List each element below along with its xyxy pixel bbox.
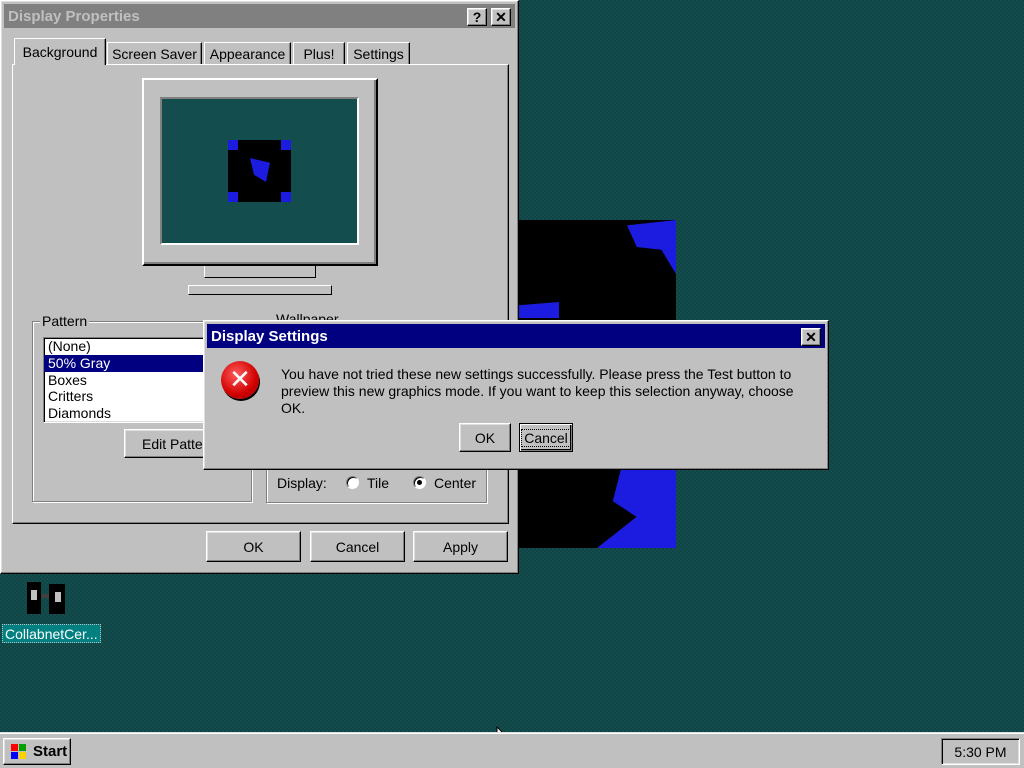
- wallpaper-blob-top: [627, 220, 676, 274]
- list-item[interactable]: Boxes: [44, 372, 204, 389]
- pattern-listbox[interactable]: (None) 50% Gray Boxes Critters Diamonds: [43, 337, 205, 423]
- tab-plus[interactable]: Plus!: [293, 42, 345, 64]
- wallpaper-blob-left: [519, 302, 559, 318]
- list-item[interactable]: (None): [44, 338, 204, 355]
- dialog-cancel-label: Cancel: [521, 428, 571, 447]
- monitor-stand: [204, 266, 316, 278]
- ok-button[interactable]: OK: [206, 531, 301, 562]
- start-button[interactable]: Start: [3, 738, 71, 765]
- desktop-icon-label[interactable]: CollabnetCer...: [2, 624, 101, 643]
- dialog-cancel-button[interactable]: Cancel: [519, 423, 573, 452]
- close-button[interactable]: ✕: [491, 8, 511, 26]
- display-properties-titlebar[interactable]: Display Properties ? ✕: [4, 4, 515, 28]
- center-radio[interactable]: [413, 476, 426, 489]
- tile-radio-label[interactable]: Tile: [367, 475, 389, 491]
- list-item[interactable]: 50% Gray: [44, 354, 204, 372]
- center-radio-label[interactable]: Center: [434, 475, 476, 491]
- system-tray: 5:30 PM: [941, 738, 1020, 765]
- tab-screen-saver[interactable]: Screen Saver: [107, 42, 202, 64]
- help-button[interactable]: ?: [467, 8, 487, 26]
- collabnet-icon[interactable]: [25, 578, 69, 618]
- dialog-ok-button[interactable]: OK: [459, 423, 511, 452]
- windows-logo-icon: [11, 743, 26, 759]
- tab-background[interactable]: Background: [14, 38, 106, 65]
- monitor-base: [188, 285, 332, 295]
- error-icon: ✕: [221, 361, 259, 399]
- dialog-close-button[interactable]: ✕: [801, 328, 821, 346]
- wallpaper-blob-bottom: [597, 470, 676, 548]
- list-item[interactable]: Diamonds: [44, 405, 204, 422]
- cancel-button[interactable]: Cancel: [310, 531, 405, 562]
- clock[interactable]: 5:30 PM: [954, 744, 1006, 760]
- tab-settings[interactable]: Settings: [347, 42, 410, 64]
- display-mode-label: Display:: [277, 475, 327, 491]
- window-title: Display Properties: [8, 7, 140, 25]
- dialog-titlebar[interactable]: Display Settings ✕: [207, 324, 825, 348]
- tab-appearance[interactable]: Appearance: [204, 42, 291, 64]
- monitor-preview-screen: [160, 97, 359, 245]
- display-properties-window: Display Properties ? ✕ Background Screen…: [0, 0, 519, 574]
- taskbar: Start 5:30 PM: [0, 732, 1024, 768]
- preview-wallpaper: [228, 140, 291, 202]
- list-item[interactable]: Critters: [44, 388, 204, 405]
- dialog-message: You have not tried these new settings su…: [281, 366, 794, 416]
- start-label: Start: [33, 743, 68, 760]
- pattern-label: Pattern: [40, 313, 90, 329]
- apply-button[interactable]: Apply: [413, 531, 508, 562]
- tile-radio[interactable]: [346, 476, 359, 489]
- dialog-title: Display Settings: [211, 327, 328, 345]
